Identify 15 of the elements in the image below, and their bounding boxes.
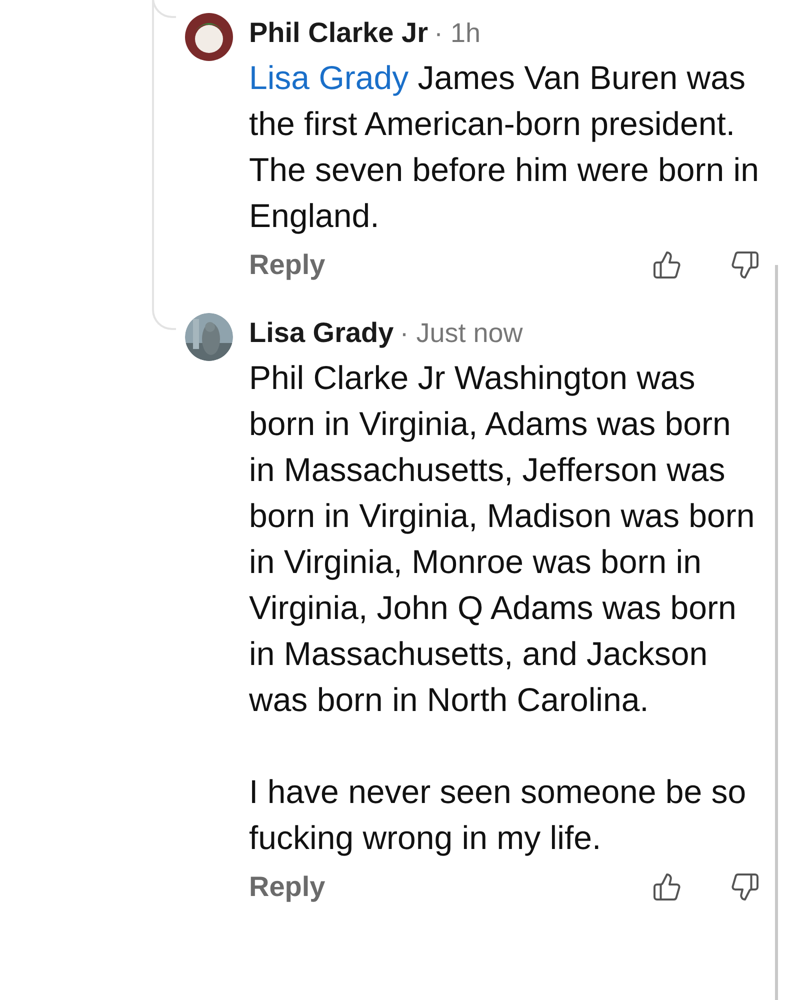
thumbs-down-icon[interactable]: [730, 250, 760, 280]
thumbs-up-icon[interactable]: [652, 250, 682, 280]
thumbs-up-icon[interactable]: [652, 872, 682, 902]
author-name[interactable]: Phil Clarke Jr: [249, 13, 428, 53]
timestamp: · Just now: [400, 317, 523, 350]
timestamp: · 1h: [434, 17, 481, 50]
mention-link[interactable]: Lisa Grady: [249, 59, 409, 96]
thumbs-down-icon[interactable]: [730, 872, 760, 902]
comment-text: I have never seen someone be so fucking wrong in my life.: [249, 772, 748, 858]
reply-button[interactable]: Reply: [249, 867, 326, 907]
reply-button[interactable]: Reply: [249, 245, 326, 285]
avatar: [185, 13, 233, 61]
comment-text: Lisa Grady James Van Buren was the first American-born president. The seven before him were born in England.: [249, 58, 760, 236]
author-name[interactable]: Lisa Grady: [249, 313, 394, 353]
comment-text: Phil Clarke Jr Washington was born in Virginia, Adams was born in Massachusetts, Jefferson was born in Virginia, Madison was born in Virginia, Monroe was born in Virginia, John Q Adams was born in Massachusetts, and Jackson was born in North Carolina.: [249, 358, 756, 720]
